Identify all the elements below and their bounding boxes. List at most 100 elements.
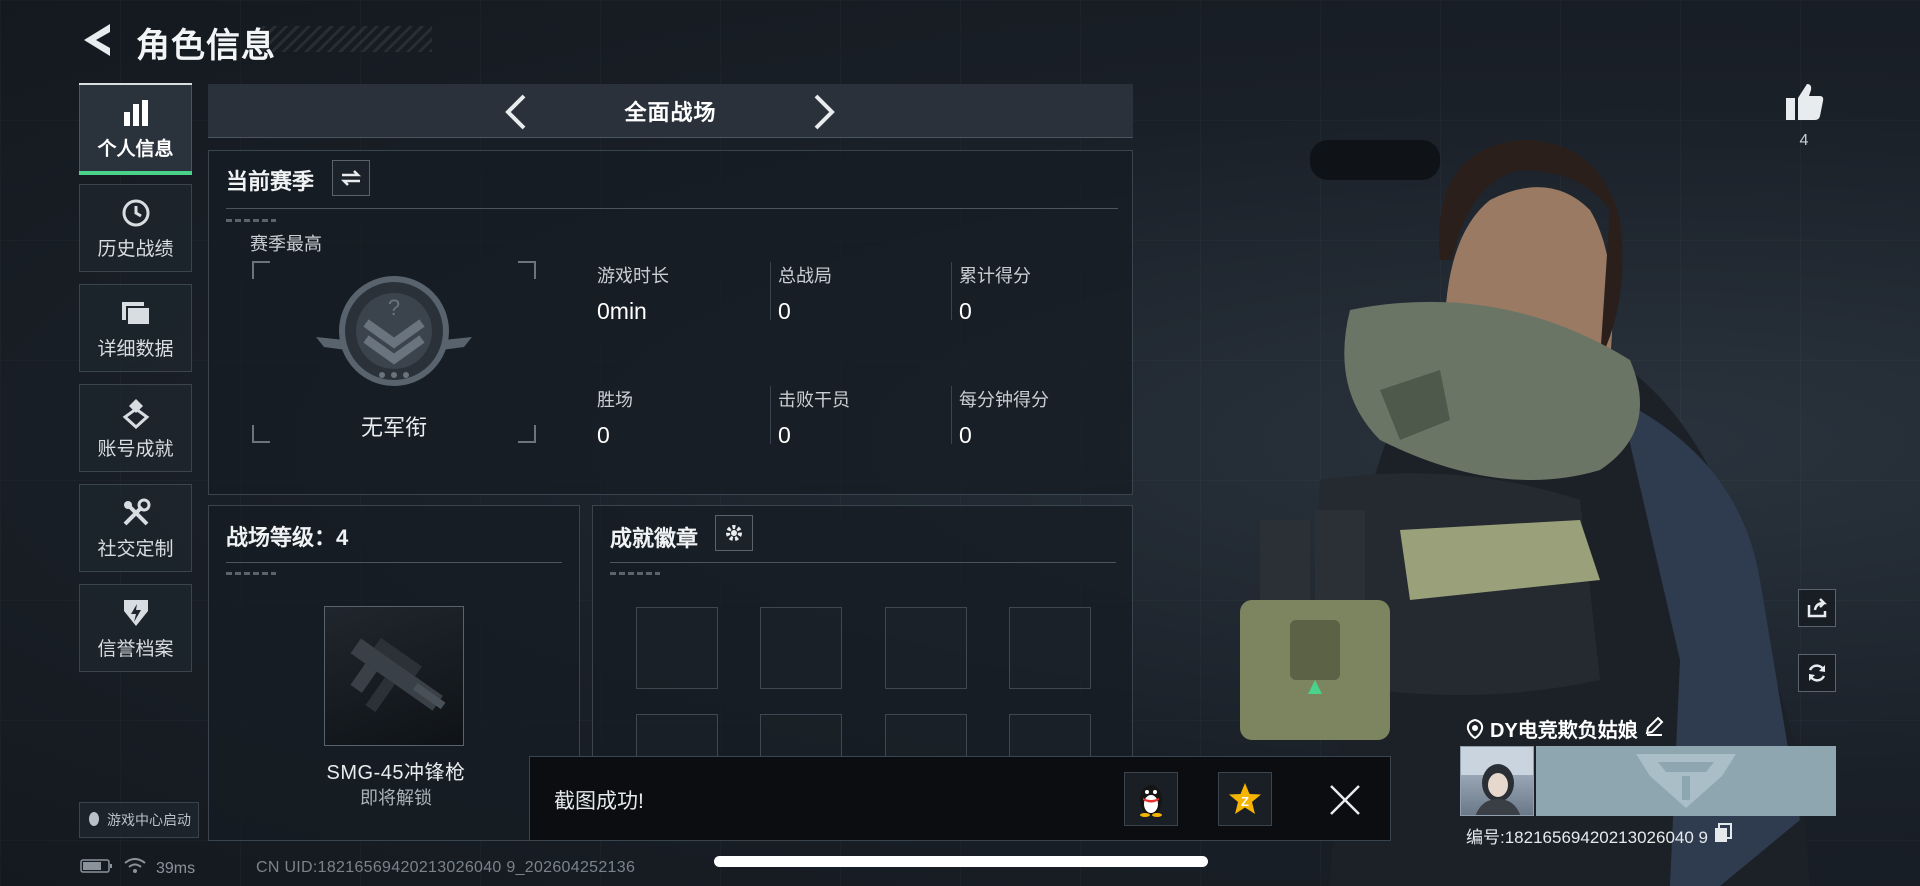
qzone-star-icon: Z: [1229, 783, 1261, 814]
edit-name-icon[interactable]: [1644, 716, 1664, 742]
title-decoration: [262, 26, 432, 52]
sidebar-item-history[interactable]: 历史战绩: [79, 184, 192, 272]
stat-label: 总战局: [778, 266, 832, 286]
share-button[interactable]: [1798, 589, 1836, 627]
mode-title: 全面战场: [624, 99, 717, 125]
badge-slot[interactable]: [760, 607, 842, 689]
mode-prev-button[interactable]: [496, 92, 536, 132]
status-bar: 39ms: [80, 858, 195, 879]
player-name-row: DY电竞欺负姑娘: [1466, 714, 1664, 743]
launcher-label: 游戏中心启动: [107, 812, 191, 828]
sidebar-item-achievements[interactable]: 账号成就: [79, 384, 192, 472]
banner-emblem-icon: [1536, 746, 1836, 816]
achievement-badges-title: 成就徽章: [610, 526, 699, 551]
sidebar-item-label: 个人信息: [97, 138, 174, 160]
battlefield-level-title: 战场等级：4: [226, 525, 349, 550]
stat-play-time: 游戏时长 0min: [597, 262, 669, 325]
season-best-label: 赛季最高: [250, 234, 322, 254]
history-icon: [118, 196, 154, 230]
stat-wins: 胜场 0: [597, 386, 633, 449]
badge-slot[interactable]: [885, 607, 967, 689]
like-button[interactable]: [1780, 78, 1828, 126]
stat-total-score: 累计得分 0: [959, 262, 1031, 325]
like-count: 4: [1799, 132, 1809, 149]
bar-chart-icon: [118, 96, 154, 130]
qq-penguin-icon: [87, 811, 101, 830]
sidebar: 个人信息 历史战绩 详细数据 账号成就 社交定制 信誉档案: [79, 83, 192, 684]
stat-label: 游戏时长: [597, 266, 669, 286]
folder-icon: [118, 296, 154, 330]
avatar[interactable]: [1460, 746, 1534, 816]
stat-separator: [951, 262, 952, 320]
rank-emblem-icon: ?: [316, 276, 472, 386]
back-button[interactable]: [80, 20, 116, 60]
sidebar-item-label: 历史战绩: [97, 238, 174, 260]
season-tick-decoration: [226, 219, 276, 222]
share-qzone-button[interactable]: Z: [1218, 772, 1272, 826]
stat-total-matches: 总战局 0: [778, 262, 832, 325]
share-qq-button[interactable]: [1124, 772, 1178, 826]
chevron-left-icon: [505, 94, 526, 130]
sidebar-item-label: 账号成就: [97, 438, 174, 460]
chevron-right-icon: [814, 94, 835, 130]
player-name: DY电竞欺负姑娘: [1490, 720, 1638, 742]
stat-value: 0: [597, 422, 610, 448]
stat-separator: [770, 262, 771, 320]
weapon-status: 即将解锁: [360, 788, 432, 808]
svg-text:Z: Z: [1241, 794, 1249, 809]
sidebar-item-label: 信誉档案: [97, 638, 174, 660]
refresh-icon: [1808, 664, 1826, 682]
share-icon: [1807, 598, 1828, 618]
location-badge-icon: [1466, 718, 1484, 739]
screenshot-toast: 截图成功! Z: [529, 756, 1391, 841]
copy-icon[interactable]: [1714, 823, 1732, 848]
battery-icon: [80, 858, 114, 879]
stat-value: 0min: [597, 298, 647, 324]
refresh-button[interactable]: [1798, 654, 1836, 692]
stat-label: 胜场: [597, 390, 633, 410]
badges-divider: [610, 562, 1116, 563]
thumbs-up-icon: [1786, 84, 1824, 120]
stat-value: 0: [959, 298, 972, 324]
weapon-card[interactable]: [324, 606, 464, 746]
battlefield-divider: [226, 562, 562, 563]
close-icon: [1330, 785, 1360, 815]
home-indicator[interactable]: [714, 856, 1208, 867]
toast-close-button[interactable]: [1320, 775, 1370, 825]
frame-corner: [518, 261, 536, 279]
back-arrow-icon: [84, 24, 110, 56]
sidebar-item-personal-info[interactable]: 个人信息: [79, 83, 192, 175]
shield-icon: [118, 596, 154, 630]
sidebar-item-social[interactable]: 社交定制: [79, 484, 192, 572]
sidebar-item-details[interactable]: 详细数据: [79, 284, 192, 372]
uid-text: CN UID:18216569420213026040 9_2026042521…: [256, 859, 636, 876]
weapon-name: SMG-45冲锋枪: [326, 762, 466, 784]
stat-value: 0: [778, 422, 791, 448]
sidebar-item-reputation[interactable]: 信誉档案: [79, 584, 192, 672]
svg-text:?: ?: [388, 295, 400, 320]
mode-next-button[interactable]: [804, 92, 844, 132]
stat-kills: 击败干员 0: [778, 386, 850, 449]
frame-corner: [252, 261, 270, 279]
stat-value: 0: [959, 422, 972, 448]
smg-weapon-icon: [350, 637, 446, 713]
stat-separator: [951, 386, 952, 444]
ping-value: 39ms: [156, 859, 196, 877]
season-switch-button[interactable]: [332, 160, 370, 196]
gear-icon: [726, 525, 742, 541]
sidebar-item-label: 详细数据: [97, 338, 174, 360]
badges-tick-decoration: [610, 572, 660, 575]
sidebar-item-label: 社交定制: [97, 538, 174, 560]
badge-slot[interactable]: [1009, 607, 1091, 689]
medal-icon: [118, 396, 154, 430]
stat-label: 累计得分: [959, 266, 1031, 286]
game-center-launch-button[interactable]: 游戏中心启动: [79, 802, 199, 838]
badge-settings-button[interactable]: [715, 515, 753, 551]
stat-separator: [770, 386, 771, 444]
player-banner: [1536, 746, 1836, 816]
current-season-title: 当前赛季: [226, 169, 315, 194]
badge-slot[interactable]: [636, 607, 718, 689]
player-id: 编号:18216569420213026040 9: [1466, 828, 1708, 847]
qq-penguin-icon: [1140, 785, 1162, 817]
season-divider: [226, 208, 1118, 209]
